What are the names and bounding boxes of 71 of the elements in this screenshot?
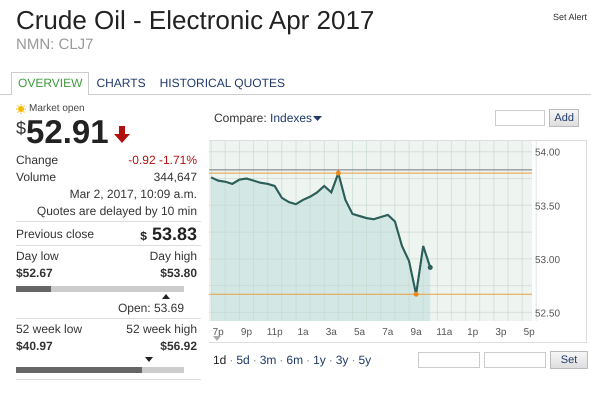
symbol-input[interactable] [495, 110, 546, 126]
range-low-value: $52.67 [16, 265, 53, 282]
tab[interactable]: HISTORICAL QUOTES [152, 72, 292, 94]
range-link[interactable]: 3m [260, 353, 276, 367]
range-link[interactable]: 6m [286, 353, 304, 367]
previous-close-label: Previous close [16, 227, 94, 241]
x-axis-label: 1p [467, 327, 478, 338]
range-high-value: $56.92 [160, 338, 197, 355]
set-button[interactable]: Set [550, 351, 588, 369]
separator-dot: · [351, 353, 356, 367]
range-link[interactable]: 5d [236, 353, 250, 367]
separator-dot: · [252, 353, 257, 367]
range-low-value: $40.97 [16, 338, 53, 355]
x-axis-label: 7a [382, 327, 394, 338]
tab[interactable]: OVERVIEW [11, 72, 90, 95]
separator-dot: · [229, 353, 234, 367]
currency-symbol: $ [16, 118, 26, 139]
x-axis-label: 3p [495, 327, 506, 338]
x-axis-label: 11p [266, 327, 283, 338]
volume-label: Volume [16, 169, 56, 186]
market-status: Market open [29, 103, 85, 114]
x-axis-label: 7p [212, 327, 224, 338]
x-axis-label: 5p [524, 327, 535, 338]
range-high-label: 52 week high [126, 321, 197, 338]
timestamp: Mar 2, 2017, 10:09 a.m. [68, 186, 197, 203]
caret-icon [313, 116, 322, 122]
change-value: -0.92 -1.71% [128, 152, 197, 169]
up-triangle-icon [162, 294, 170, 299]
x-axis-label: 9p [240, 327, 252, 338]
symbol-text: NMN: CLJ7 [16, 36, 95, 53]
delay-note: Quotes are delayed by 10 min [36, 203, 197, 220]
range-low-label: Day low [16, 248, 59, 265]
y-axis-label: 53.50 [535, 201, 560, 212]
indexes-dropdown[interactable]: Indexes [270, 111, 322, 125]
sun-icon [16, 104, 26, 114]
selected-marker-icon [213, 336, 221, 341]
add-button[interactable]: Add [549, 109, 579, 127]
range-high-value: $53.80 [160, 265, 197, 282]
x-axis-label: 9a [410, 327, 422, 338]
separator-dot: · [279, 353, 284, 367]
y-axis-label: 53.00 [535, 254, 560, 266]
range-low-label: 52 week low [16, 321, 82, 338]
y-axis-label: 52.50 [535, 308, 560, 320]
range-high-label: Day high [150, 248, 197, 265]
compare-label: Compare: [214, 111, 267, 125]
page-title: Crude Oil - Electronic Apr 2017 [16, 5, 374, 35]
x-axis-label: 5a [354, 327, 366, 338]
last-price-dot [428, 264, 433, 270]
set-alert-link[interactable]: Set Alert [552, 12, 587, 53]
start-date-field[interactable] [418, 352, 480, 368]
x-axis-label: 1a [297, 327, 309, 338]
marker-dot [414, 292, 419, 297]
tab[interactable]: CHARTS [89, 72, 153, 94]
marker-dot [336, 170, 341, 176]
volume-value: 344,647 [154, 169, 197, 186]
open-price: Open: 53.69 [116, 300, 184, 317]
separator-dot: · [328, 353, 333, 367]
separator-dot: · [306, 353, 310, 367]
previous-close-value: $ 53.83 [140, 224, 197, 244]
y-axis-label: 54.00 [535, 148, 560, 159]
change-label: Change [16, 152, 58, 169]
down-arrow-icon [112, 126, 131, 144]
x-axis-label: 3a [326, 327, 337, 338]
range-link[interactable]: 3y [336, 353, 348, 367]
down-triangle-icon [144, 357, 153, 362]
range-link[interactable]: 5y [358, 353, 372, 367]
end-date-field[interactable] [484, 352, 546, 368]
range-link[interactable]: 1y [313, 353, 326, 367]
x-axis-label: 11a [436, 327, 452, 338]
price: 52.91 [26, 114, 109, 150]
range-link[interactable]: 1d [213, 353, 226, 367]
